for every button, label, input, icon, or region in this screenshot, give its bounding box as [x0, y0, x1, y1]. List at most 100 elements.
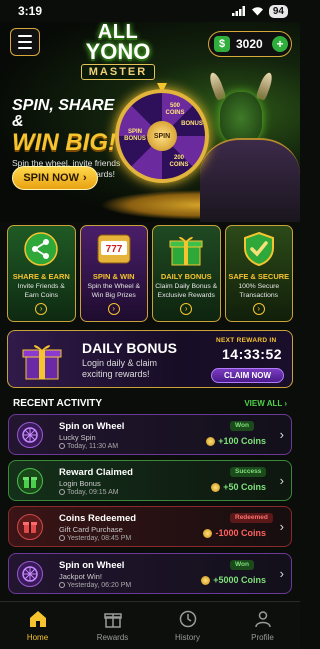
feature-desc: Claim Daily Bonus & Exclusive Rewards: [155, 283, 218, 299]
status-badge: Won: [230, 560, 254, 570]
activity-time-text: Yesterday, 06:20 PM: [67, 582, 132, 589]
logo-line3: MASTER: [80, 64, 156, 80]
home-icon: [28, 609, 48, 629]
feature-title: SAFE & SECURE: [228, 272, 290, 281]
logo-line2: YONO: [85, 39, 151, 64]
activity-amount: +5000 Coins: [201, 575, 266, 585]
status-badge: Won: [230, 421, 254, 431]
chevron-right-icon[interactable]: ›: [252, 303, 265, 315]
claim-now-button[interactable]: CLAIM NOW: [211, 368, 284, 383]
activity-item[interactable]: Spin on Wheel Lucky Spin Today, 11:30 AM…: [8, 414, 292, 455]
menu-icon-bar: [18, 47, 32, 49]
nav-label: Rewards: [96, 633, 129, 642]
chevron-right-icon[interactable]: ›: [107, 303, 120, 315]
feature-card-spin-win[interactable]: 777 SPIN & WIN Spin the Wheel & Win Big …: [79, 225, 148, 322]
activity-time: Yesterday, 06:20 PM: [59, 582, 131, 589]
menu-button[interactable]: [10, 28, 40, 56]
nav-home[interactable]: Home: [0, 602, 75, 649]
chevron-right-icon[interactable]: ›: [35, 303, 48, 315]
status-badge: Redeemed: [230, 513, 273, 523]
nav-rewards[interactable]: Rewards: [75, 602, 150, 649]
feature-cards: SHARE & EARN Invite Friends & Earn Coins…: [7, 225, 293, 322]
coin-balance[interactable]: $ 3020 +: [208, 31, 292, 57]
activity-title: Reward Claimed: [59, 467, 133, 478]
clock-icon: [59, 443, 65, 449]
wheel-icon: [17, 561, 43, 587]
activity-amount-text: +100 Coins: [218, 436, 266, 446]
daily-bonus-banner[interactable]: DAILY BONUS Login daily & claim exciting…: [7, 330, 293, 388]
feature-card-daily-bonus[interactable]: DAILY BONUS Claim Daily Bonus & Exclusiv…: [152, 225, 221, 322]
wheel-center-button[interactable]: SPIN: [147, 121, 177, 151]
feature-title: SPIN & WIN: [92, 272, 135, 281]
chevron-right-icon: ›: [279, 473, 284, 488]
feature-card-safe-secure[interactable]: SAFE & SECURE 100% Secure Transactions ›: [224, 225, 293, 322]
horn-left: [207, 71, 227, 101]
shield-check-icon: [239, 230, 279, 268]
recent-activity-title: RECENT ACTIVITY: [13, 397, 103, 409]
battery-indicator: 94: [268, 4, 288, 18]
activity-time: Today, 09:15 AM: [59, 489, 119, 496]
activity-time: Yesterday, 08:45 PM: [59, 535, 131, 542]
bottom-nav: Home Rewards History Profile: [0, 601, 300, 649]
nav-history[interactable]: History: [150, 602, 225, 649]
status-bar: 3:19 94: [0, 0, 300, 22]
redeem-icon: [17, 514, 43, 540]
activity-subtitle: Login Bonus: [59, 479, 101, 488]
nav-label: History: [175, 633, 200, 642]
feature-title: DAILY BONUS: [160, 272, 212, 281]
clock-icon: [59, 535, 65, 541]
view-all-link[interactable]: VIEW ALL ›: [244, 399, 287, 408]
daily-bonus-title: DAILY BONUS: [82, 340, 177, 356]
wheel-label: 200 COINS: [169, 155, 189, 168]
activity-time-text: Today, 11:30 AM: [67, 443, 119, 450]
activity-time-text: Today, 09:15 AM: [67, 489, 119, 496]
activity-time-text: Yesterday, 08:45 PM: [67, 535, 132, 542]
hero-banner[interactable]: ALL YONO MASTER $ 3020 + SPIN, SHARE & W…: [0, 22, 300, 222]
chevron-right-icon: ›: [279, 566, 284, 581]
horn-right: [255, 71, 275, 101]
add-balance-button[interactable]: +: [272, 36, 288, 52]
spin-wheel[interactable]: 500 COINS SPIN BONUS 200 COINS BONUS SPI…: [115, 89, 209, 183]
status-icons: 94: [231, 4, 288, 18]
activity-subtitle: Gift Card Purchase: [59, 525, 123, 534]
feature-card-share-earn[interactable]: SHARE & EARN Invite Friends & Earn Coins…: [7, 225, 76, 322]
feature-desc: Spin the Wheel & Win Big Prizes: [87, 283, 141, 299]
activity-amount-text: +50 Coins: [223, 482, 266, 492]
nav-label: Home: [26, 633, 49, 642]
chevron-right-icon[interactable]: ›: [180, 303, 193, 315]
activity-item[interactable]: Coins Redeemed Gift Card Purchase Yester…: [8, 506, 292, 547]
demon-head: [220, 92, 262, 144]
user-icon: [253, 609, 273, 629]
wifi-icon: [251, 7, 263, 16]
feature-desc: Invite Friends & Earn Coins: [17, 283, 65, 299]
feature-desc: 100% Secure Transactions: [238, 283, 280, 299]
spin-now-button[interactable]: SPIN NOW ›: [12, 166, 98, 190]
chevron-right-icon: ›: [82, 172, 87, 184]
coin-icon: [206, 436, 216, 446]
status-time: 3:19: [18, 4, 43, 18]
activity-time: Today, 11:30 AM: [59, 443, 118, 450]
balance-value: 3020: [236, 37, 263, 51]
status-badge: Success: [230, 467, 267, 477]
gift-icon: [166, 230, 206, 268]
activity-item[interactable]: Reward Claimed Login Bonus Today, 09:15 …: [8, 460, 292, 501]
demon-character-image: [200, 71, 300, 222]
recent-activity-header: RECENT ACTIVITY VIEW ALL ›: [13, 396, 287, 410]
activity-title: Spin on Wheel: [59, 421, 125, 432]
activity-amount: +50 Coins: [211, 482, 266, 492]
activity-amount: -1000 Coins: [203, 528, 266, 538]
gift-icon: [103, 609, 123, 629]
activity-amount-text: -1000 Coins: [215, 528, 266, 538]
gift-icon: [20, 339, 62, 380]
wheel-label: BONUS: [181, 121, 203, 127]
cash-icon: $: [214, 36, 230, 52]
history-icon: [178, 609, 198, 629]
activity-item[interactable]: Spin on Wheel Jackpot Win! Yesterday, 06…: [8, 553, 292, 594]
wheel-label: 500 COINS: [165, 103, 185, 116]
demon-body: [200, 138, 300, 222]
nav-profile[interactable]: Profile: [225, 602, 300, 649]
activity-amount-text: +5000 Coins: [213, 575, 266, 585]
daily-bonus-subtitle: Login daily & claim exciting rewards!: [82, 358, 158, 379]
clock-icon: [59, 582, 65, 588]
next-reward-label: NEXT REWARD IN: [216, 337, 277, 344]
